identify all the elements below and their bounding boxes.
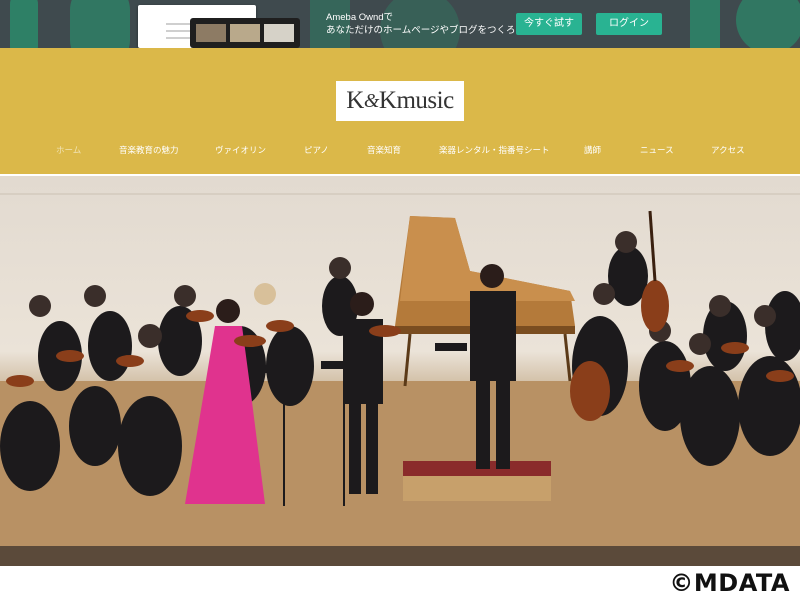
- nav-item-news[interactable]: ニュース: [640, 144, 674, 156]
- watermark: ©MDATA: [669, 569, 790, 597]
- logo-text-k: K: [346, 87, 364, 114]
- orchestra-illustration: [0, 193, 800, 566]
- nav-item-access[interactable]: アクセス: [711, 144, 745, 156]
- hero-concert-photo: [0, 176, 800, 566]
- main-navigation: ホーム 音楽教育の魅力 ヴァイオリン ピアノ 音楽知育 楽器レンタル・指番号シー…: [0, 144, 800, 158]
- nav-item-instrument-rental[interactable]: 楽器レンタル・指番号シート: [439, 144, 550, 156]
- try-now-button[interactable]: 今すぐ試す: [516, 13, 582, 35]
- nav-item-piano[interactable]: ピアノ: [304, 144, 329, 156]
- ameba-ownd-promo-banner: Ameba Owndで あなただけのホームページやブログをつくろう 今すぐ試す …: [0, 0, 800, 48]
- stage-edge: [0, 546, 800, 566]
- promo-line-1: Ameba Owndで: [326, 12, 394, 23]
- promo-line-2: あなただけのホームページやブログをつくろう: [326, 25, 526, 36]
- nav-item-home[interactable]: ホーム: [56, 144, 81, 156]
- nav-item-violin[interactable]: ヴァイオリン: [215, 144, 266, 156]
- login-button[interactable]: ログイン: [596, 13, 662, 35]
- promo-preview-image-2: [190, 18, 300, 48]
- nav-item-music-education[interactable]: 音楽教育の魅力: [119, 144, 179, 156]
- nav-item-music-intellect[interactable]: 音楽知育: [367, 144, 401, 156]
- promo-text: Ameba Owndで あなただけのホームページやブログをつくろう: [326, 11, 525, 37]
- logo-ampersand: &: [363, 89, 380, 112]
- logo-text-kmusic: Kmusic: [378, 87, 454, 114]
- nav-item-instructors[interactable]: 講師: [584, 144, 601, 156]
- site-header: K & Kmusic ホーム 音楽教育の魅力 ヴァイオリン ピアノ 音楽知育 楽器レ…: [0, 48, 800, 174]
- site-logo[interactable]: K & Kmusic: [336, 81, 464, 121]
